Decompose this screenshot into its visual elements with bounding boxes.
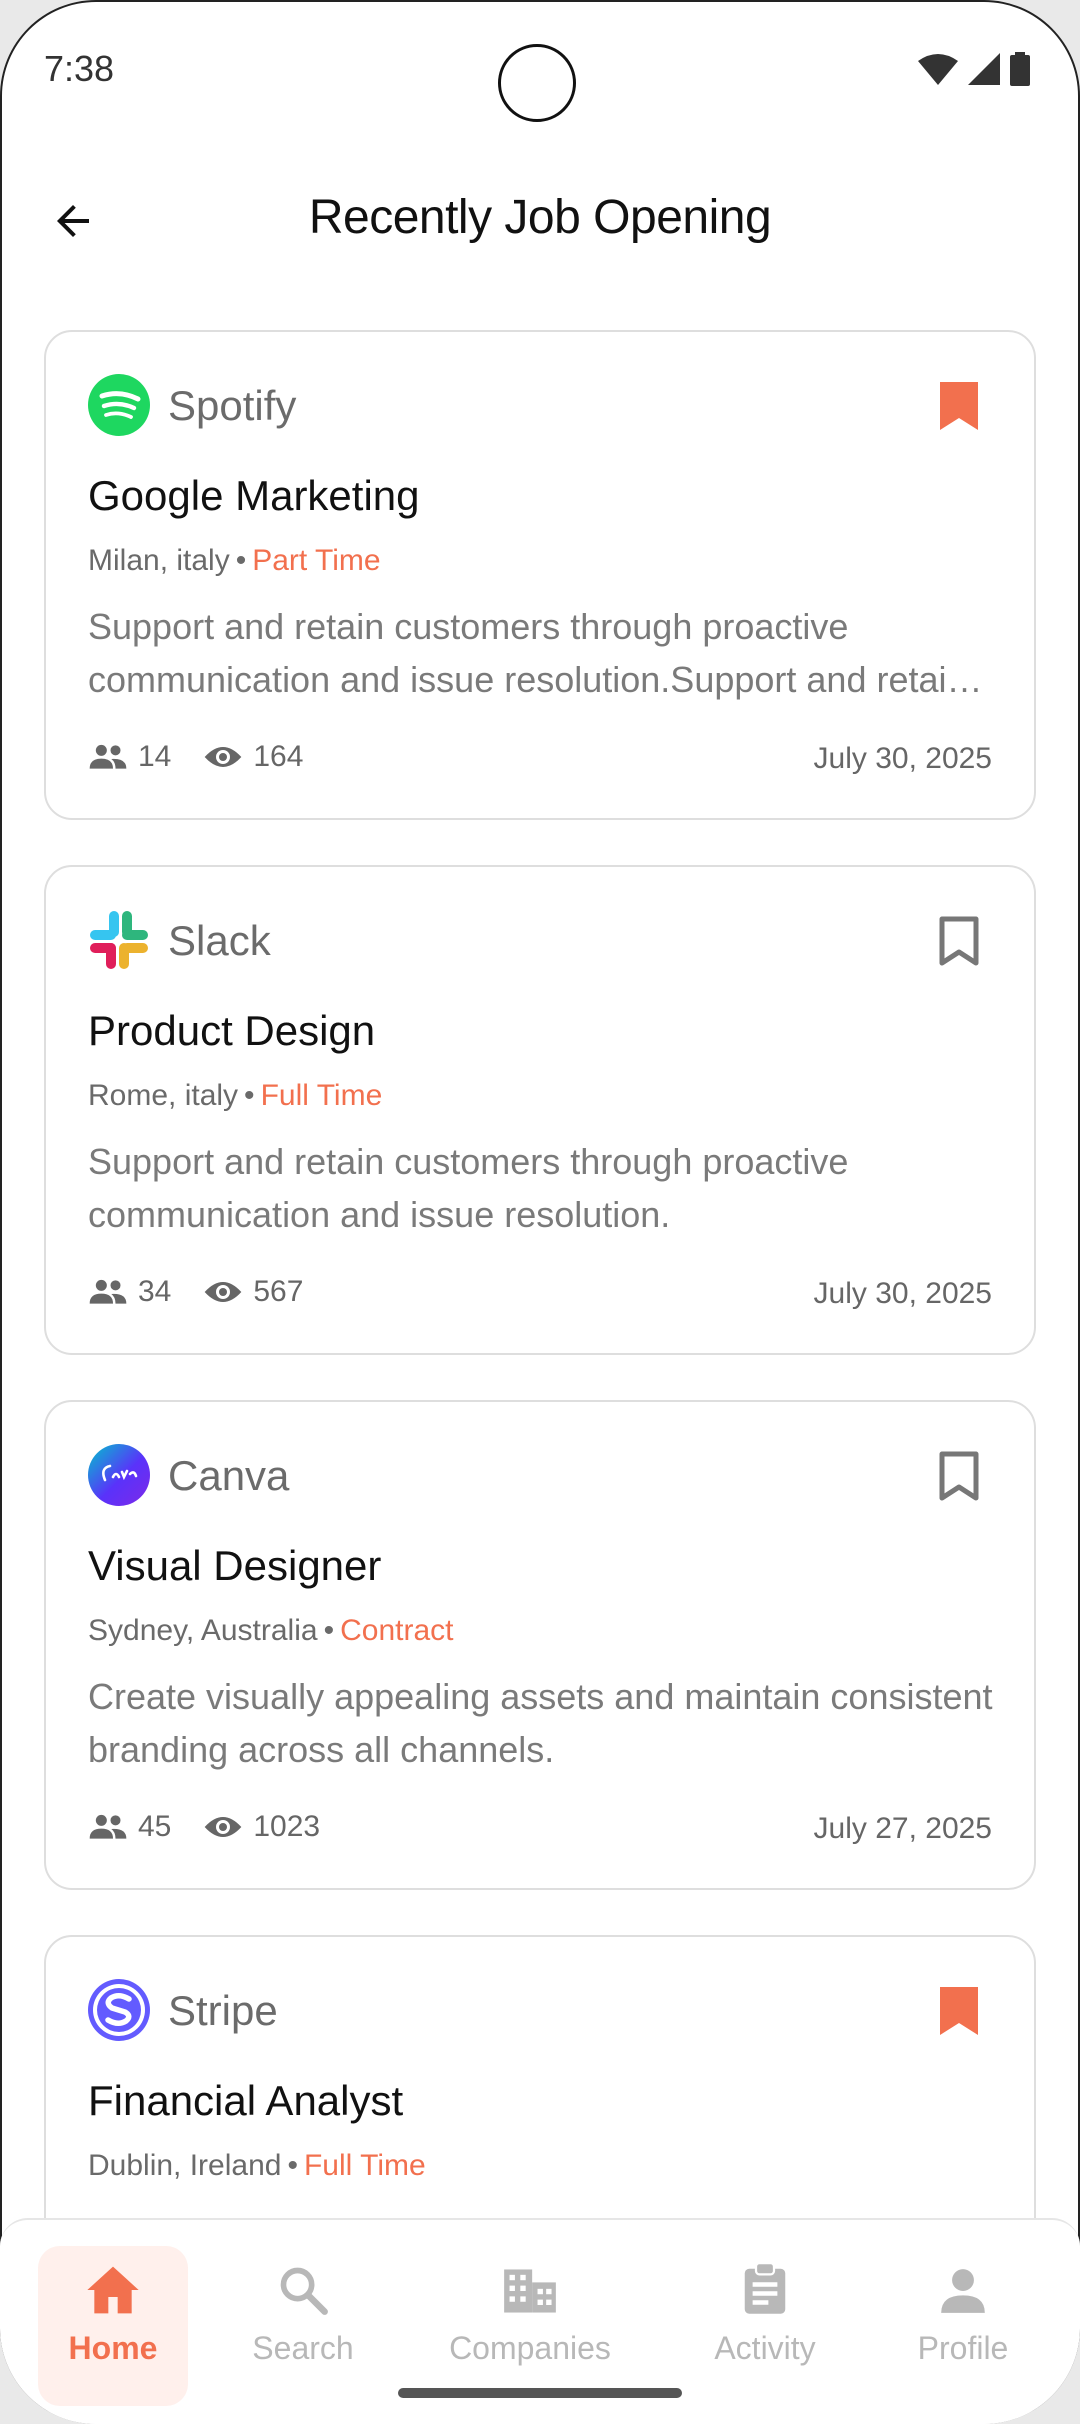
home-indicator[interactable] [398, 2388, 682, 2398]
canva-logo-icon [88, 1444, 150, 1506]
status-time: 7:38 [44, 48, 115, 89]
person-icon [941, 2269, 985, 2313]
job-type: Full Time [260, 1079, 383, 1112]
job-meta: Dublin, Ireland • Full Time [88, 2149, 426, 2182]
nav-companies[interactable]: Companies [430, 2246, 630, 2406]
job-card[interactable]: Spotify Google Marketing Milan, italy • Pa… [44, 330, 1036, 820]
nav-profile[interactable]: Profile [888, 2246, 1038, 2406]
bookmark-outline-icon[interactable] [936, 913, 982, 969]
stripe-logo-icon [88, 1979, 150, 2041]
job-title: Visual Designer [88, 1542, 382, 1589]
job-meta: Milan, italy • Part Time [88, 544, 381, 577]
job-stats: 14 164 [88, 740, 335, 774]
job-meta: Rome, italy • Full Time [88, 1079, 383, 1112]
company-name: Slack [168, 917, 271, 964]
nav-profile-label: Profile [917, 2330, 1009, 2366]
views-count: 567 [253, 1275, 304, 1308]
views-stat: 1023 [203, 1810, 320, 1844]
app-bar: Recently Job Opening [0, 160, 1080, 272]
eye-icon [205, 1282, 242, 1302]
people-icon [89, 1279, 127, 1304]
nav-home-label: Home [68, 2330, 158, 2366]
job-description: Support and retain customers through pro… [88, 606, 967, 700]
applicants-count: 45 [138, 1810, 172, 1843]
wifi-icon [918, 54, 958, 85]
search-icon [280, 2267, 328, 2315]
people-icon [89, 1814, 127, 1839]
posted-date: July 30, 2025 [813, 742, 992, 775]
camera-cutout [498, 44, 576, 122]
home-icon [87, 2266, 139, 2314]
views-stat: 164 [203, 740, 303, 774]
job-location: Dublin, Ireland [88, 2149, 282, 2182]
job-meta: Sydney, Australia • Contract [88, 1614, 454, 1647]
bookmark-filled-icon[interactable] [936, 1983, 982, 2039]
job-title: Product Design [88, 1007, 376, 1054]
job-description: Create visually appealing assets and mai… [88, 1676, 993, 1770]
bookmark-outline-icon[interactable] [936, 1448, 982, 1504]
applicants-count: 14 [138, 740, 172, 773]
slack-logo-icon [90, 911, 148, 969]
eye-icon [205, 747, 242, 767]
views-count: 164 [253, 740, 304, 773]
nav-search-label: Search [252, 2330, 354, 2366]
views-stat: 567 [203, 1275, 303, 1309]
status-bar: 7:38 [0, 0, 1080, 140]
spotify-logo-icon [88, 374, 150, 436]
job-stats: 45 1023 [88, 1810, 352, 1844]
posted-date: July 30, 2025 [813, 1277, 992, 1310]
views-count: 1023 [253, 1810, 321, 1843]
applicants-stat: 14 [88, 740, 171, 774]
job-location: Rome, italy [88, 1079, 239, 1112]
clipboard-icon [744, 2262, 786, 2314]
job-type: Contract [340, 1614, 454, 1647]
battery-icon [1010, 52, 1030, 86]
nav-home[interactable]: Home [38, 2246, 188, 2406]
applicants-stat: 34 [88, 1275, 171, 1309]
company-name: Stripe [168, 1987, 278, 2034]
posted-date: July 27, 2025 [813, 1812, 992, 1845]
job-location: Milan, italy [88, 544, 230, 577]
building-icon [504, 2269, 556, 2313]
people-icon [89, 744, 127, 769]
bookmark-filled-icon[interactable] [936, 378, 982, 434]
job-type: Full Time [303, 2149, 426, 2182]
applicants-stat: 45 [88, 1810, 171, 1844]
page-title: Recently Job Opening [308, 191, 772, 244]
nav-activity-label: Activity [714, 2330, 816, 2366]
eye-icon [205, 1817, 242, 1837]
nav-companies-label: Companies [449, 2330, 611, 2366]
job-description: Support and retain customers through pro… [88, 1141, 849, 1235]
phone-screen: 7:38 Recently Job Opening Spotify Google… [0, 0, 1080, 2424]
signal-icon [968, 53, 1000, 85]
applicants-count: 34 [138, 1275, 172, 1308]
job-location: Sydney, Australia [88, 1614, 318, 1647]
job-title: Financial Analyst [88, 2077, 404, 2124]
nav-activity[interactable]: Activity [690, 2246, 840, 2406]
status-icons [918, 52, 1030, 86]
job-card[interactable]: Canva Visual Designer Sydney, Australia •… [44, 1400, 1036, 1890]
job-card[interactable]: Slack Product Design Rome, italy • Full Ti… [44, 865, 1036, 1355]
nav-search[interactable]: Search [228, 2246, 378, 2406]
job-title: Google Marketing [88, 472, 420, 519]
job-stats: 34 567 [88, 1275, 335, 1309]
company-name: Spotify [168, 382, 297, 429]
job-type: Part Time [252, 544, 381, 577]
company-name: Canva [168, 1452, 290, 1499]
